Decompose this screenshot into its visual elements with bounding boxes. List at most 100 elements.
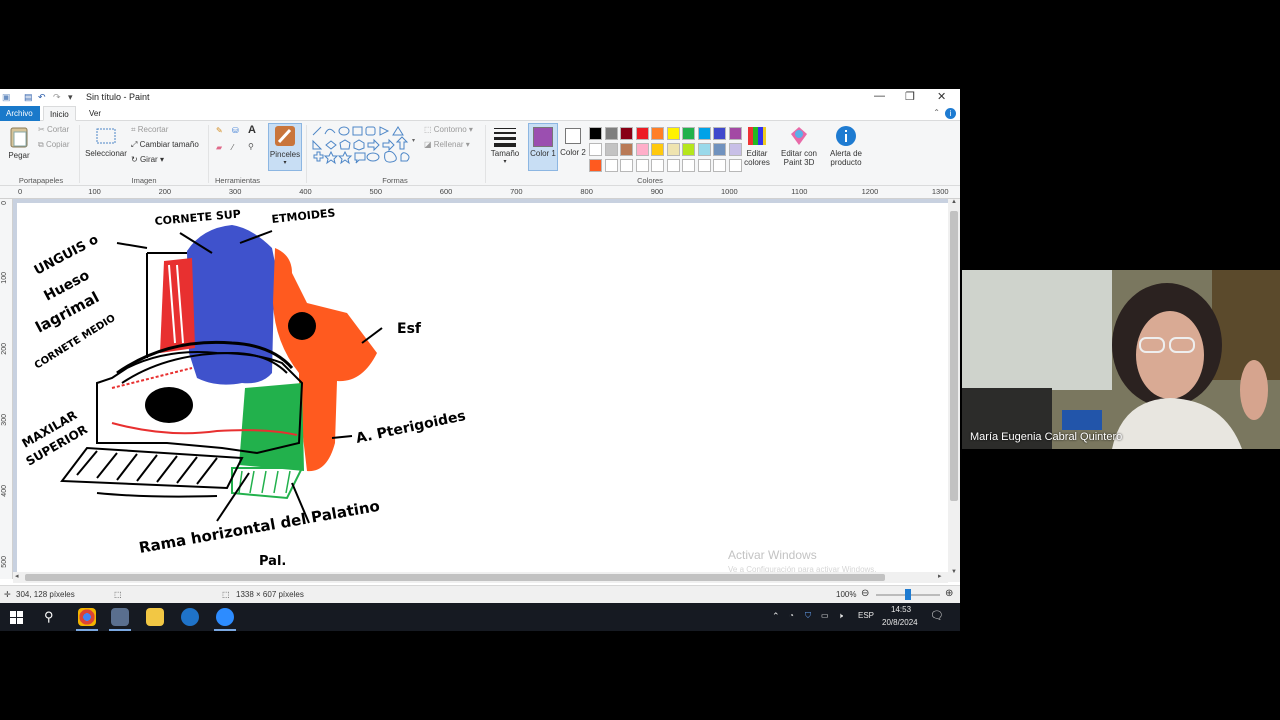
palette-swatch[interactable] [682, 159, 695, 172]
fill-bucket-icon[interactable]: ⛁ [232, 126, 239, 135]
select-button[interactable]: Seleccionar [84, 125, 128, 158]
horizontal-scroll-thumb[interactable] [25, 574, 885, 581]
notifications-icon[interactable]: 🗨 [930, 609, 944, 622]
cortana-icon[interactable] [181, 608, 199, 626]
paint3d-button[interactable]: Editar con Paint 3D [778, 125, 820, 167]
customize-quick-access-icon[interactable]: ▾ [68, 92, 73, 103]
palette-swatch[interactable] [682, 143, 695, 156]
horizontal-scrollbar[interactable]: ◂ ▸ [13, 572, 948, 583]
volume-icon[interactable]: 🕨 [838, 611, 843, 621]
vertical-scrollbar[interactable]: ▲ ▼ [948, 199, 960, 582]
security-shield-icon[interactable]: ⛉ [805, 611, 811, 621]
palette-swatch[interactable] [589, 127, 602, 140]
active-indicator [214, 629, 236, 631]
close-icon[interactable]: ✕ [937, 90, 946, 103]
palette-swatch[interactable] [713, 143, 726, 156]
undo-icon[interactable]: ↶ [38, 92, 46, 103]
resize-button[interactable]: ⤢ Cambiar tamaño [131, 140, 199, 150]
search-icon[interactable]: ⚲ [44, 609, 54, 625]
rotate-button[interactable]: ↻ Girar ▾ [131, 155, 164, 164]
network-icon[interactable]: ◔ [789, 611, 794, 620]
text-tool-icon[interactable]: A [248, 124, 256, 136]
dropdown-arrow-icon: ▾ [503, 159, 507, 165]
restore-icon[interactable]: ❐ [905, 90, 915, 103]
palette-swatch[interactable] [604, 127, 618, 140]
file-explorer-icon[interactable] [146, 608, 164, 626]
color1-button[interactable]: Color 1 [528, 123, 558, 171]
palette-swatch[interactable] [682, 127, 695, 140]
palette-swatch[interactable] [635, 159, 649, 172]
palette-swatch[interactable] [666, 127, 680, 140]
shapes-gallery[interactable] [311, 125, 417, 169]
tab-ver[interactable]: Ver [83, 106, 107, 121]
file-menu[interactable]: Archivo [0, 106, 40, 121]
canvas-area[interactable]: CORNETE SUP ETMOIDES UNGUIS o Hueso lagr… [13, 199, 948, 582]
palette-swatch[interactable] [713, 127, 726, 140]
color2-button[interactable]: Color 2 [559, 123, 587, 157]
zoom-slider-thumb[interactable] [905, 589, 911, 600]
minimize-icon[interactable]: — [874, 90, 885, 102]
palette-swatch[interactable] [635, 127, 649, 140]
vertical-scroll-thumb[interactable] [950, 211, 958, 501]
scroll-up-icon[interactable]: ▲ [951, 199, 957, 205]
scroll-down-icon[interactable]: ▼ [951, 569, 957, 575]
shapes-scroll-icon[interactable]: ▾ [412, 137, 415, 144]
palette-swatch[interactable] [651, 143, 664, 156]
palette-swatch[interactable] [604, 159, 618, 172]
show-hidden-icons-icon[interactable]: ⌃ [772, 611, 780, 622]
palette-swatch[interactable] [651, 127, 664, 140]
palette-swatch[interactable] [589, 143, 602, 156]
palette-swatch[interactable] [635, 143, 649, 156]
clock-time[interactable]: 14:53 [891, 605, 911, 614]
palette-swatch[interactable] [620, 127, 633, 140]
eraser-icon[interactable]: ▰ [216, 143, 222, 152]
color2-label: Color 2 [560, 148, 586, 157]
clock-date[interactable]: 20/8/2024 [882, 618, 918, 627]
fill-button[interactable]: ◪ Rellenar ▾ [424, 140, 470, 149]
edit-colors-button[interactable]: Editar colores [742, 125, 772, 167]
brushes-button[interactable]: Pinceles ▾ [268, 123, 302, 171]
redo-icon[interactable]: ↷ [53, 92, 61, 103]
palette-swatch[interactable] [697, 159, 711, 172]
crop-button[interactable]: ⌗ Recortar [131, 125, 168, 135]
palette-swatch[interactable] [697, 143, 711, 156]
battery-icon[interactable]: ▭ [821, 611, 829, 620]
product-alert-button[interactable]: Alerta de producto [826, 125, 866, 167]
drawing-canvas[interactable]: CORNETE SUP ETMOIDES UNGUIS o Hueso lagr… [17, 203, 948, 582]
copy-button[interactable]: ⧉ Copiar [38, 140, 70, 150]
outline-button[interactable]: ⬚ Contorno ▾ [424, 125, 473, 134]
palette-swatch[interactable] [666, 143, 680, 156]
palette-swatch[interactable] [713, 159, 726, 172]
zoom-out-icon[interactable]: ⊖ [861, 588, 869, 599]
tab-inicio[interactable]: Inicio [43, 106, 76, 121]
palette-swatch[interactable] [728, 143, 742, 156]
chrome-icon[interactable] [78, 608, 96, 626]
pencil-icon[interactable]: ✎ [216, 126, 223, 135]
save-icon[interactable]: ▤ [24, 92, 33, 103]
size-button[interactable]: Tamaño ▾ [489, 125, 521, 165]
selection-size-icon: ⬚ [114, 590, 122, 599]
fill-label: Rellenar [433, 140, 464, 149]
help-icon[interactable]: i [945, 108, 956, 119]
palette-swatch[interactable] [666, 159, 680, 172]
collapse-ribbon-icon[interactable]: ⌃ [933, 108, 940, 117]
palette-swatch[interactable] [620, 159, 633, 172]
palette-swatch[interactable] [604, 143, 618, 156]
palette-swatch[interactable] [697, 127, 711, 140]
palette-swatch[interactable] [728, 127, 742, 140]
language-indicator[interactable]: ESP [858, 611, 874, 620]
windows-start-icon[interactable] [10, 611, 23, 624]
scroll-left-icon[interactable]: ◂ [15, 572, 19, 580]
zoom-in-icon[interactable]: ⊕ [945, 588, 953, 599]
palette-swatch[interactable] [620, 143, 633, 156]
magnifier-icon[interactable]: ⚲ [248, 142, 254, 151]
palette-swatch[interactable] [728, 159, 742, 172]
paste-button[interactable]: Pegar [6, 125, 32, 160]
zoom-app-icon[interactable] [216, 608, 234, 626]
cut-button[interactable]: ✂ Cortar [38, 125, 69, 134]
scroll-right-icon[interactable]: ▸ [938, 572, 942, 580]
palette-swatch[interactable] [589, 159, 602, 172]
paint-taskbar-icon[interactable] [111, 608, 129, 626]
color-picker-icon[interactable]: ⁄ [232, 143, 233, 152]
palette-swatch[interactable] [651, 159, 664, 172]
